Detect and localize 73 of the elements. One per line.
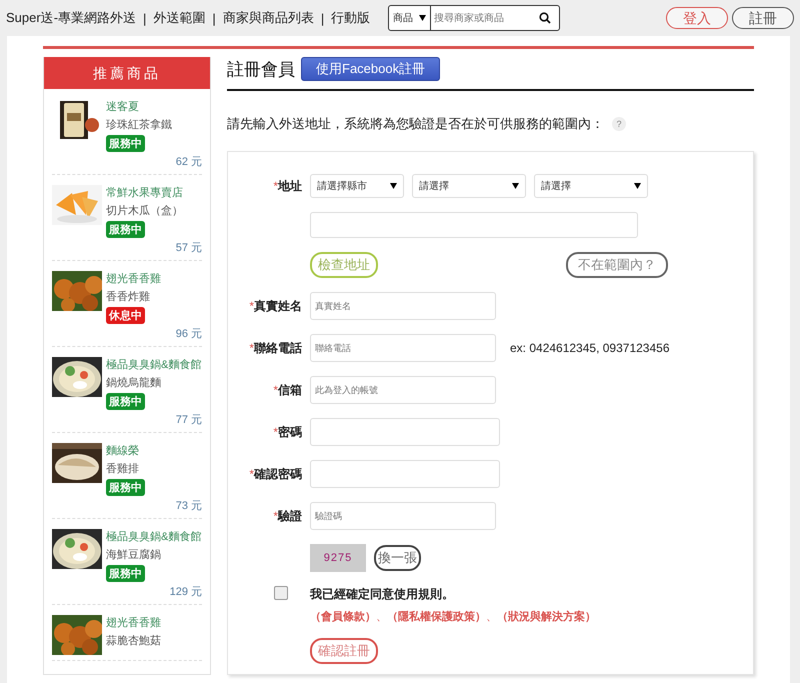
caret-icon bbox=[419, 15, 426, 21]
input-field[interactable]: 驗證碼 bbox=[310, 502, 496, 530]
input-field[interactable] bbox=[310, 460, 500, 488]
nav-link[interactable]: 商家與商品列表 bbox=[222, 9, 314, 27]
price: 96 元 bbox=[176, 327, 202, 341]
hint-text: ex: 0424612345, 0937123456 bbox=[510, 341, 670, 355]
separator: | bbox=[143, 10, 146, 26]
nav-link[interactable]: 行動版 bbox=[331, 9, 370, 27]
register-button[interactable]: 註冊 bbox=[732, 7, 794, 29]
refresh-captcha-button[interactable]: 換一張 bbox=[374, 545, 421, 571]
input-field[interactable]: 真實姓名 bbox=[310, 292, 496, 320]
status-badge: 服務中 bbox=[106, 221, 145, 238]
product-name[interactable]: 切片木瓜（盒） bbox=[106, 203, 183, 218]
input-field[interactable] bbox=[310, 418, 500, 446]
select-field[interactable]: 請選擇 bbox=[534, 174, 648, 198]
product-name[interactable]: 香香炸雞 bbox=[106, 289, 150, 304]
status-badge: 服務中 bbox=[106, 135, 145, 152]
store-name[interactable]: 麵線榮 bbox=[106, 443, 139, 458]
select-field[interactable]: 請選擇縣市 bbox=[310, 174, 404, 198]
store-name[interactable]: 常鮮水果專賣店 bbox=[106, 185, 183, 200]
agree-label: 我已經確定同意使用規則。 bbox=[310, 586, 455, 603]
separator: | bbox=[320, 10, 324, 26]
caret-icon bbox=[390, 183, 397, 189]
terms-link[interactable]: （狀況與解決方案） bbox=[497, 609, 596, 624]
category-select[interactable]: 商品 bbox=[393, 11, 414, 25]
facebook-register-button[interactable]: 使用Facebook註冊 bbox=[301, 57, 440, 81]
product-name[interactable]: 蒜脆杏鮑菇 bbox=[106, 633, 161, 648]
price: 57 元 bbox=[176, 241, 202, 255]
captcha-image: 9275 bbox=[310, 544, 366, 572]
status-badge: 休息中 bbox=[106, 307, 145, 324]
field-label: *密碼 bbox=[273, 424, 302, 440]
nav-link[interactable]: Super送-專業網路外送 bbox=[6, 9, 136, 27]
page-title: 註冊會員 bbox=[227, 58, 295, 80]
separator: | bbox=[212, 10, 216, 26]
separator: 、 bbox=[486, 610, 497, 624]
caret-icon bbox=[634, 183, 641, 189]
price: 73 元 bbox=[176, 499, 202, 513]
select-field[interactable]: 請選擇 bbox=[412, 174, 526, 198]
terms-link[interactable]: （隱私權保護政策） bbox=[387, 609, 486, 624]
caret-icon bbox=[512, 183, 519, 189]
field-label: *驗證 bbox=[273, 508, 302, 524]
input-field[interactable]: 此為登入的帳號 bbox=[310, 376, 496, 404]
field-label: *地址 bbox=[273, 178, 302, 194]
field-label: *信箱 bbox=[273, 382, 302, 398]
status-badge: 服務中 bbox=[106, 479, 145, 496]
product-name[interactable]: 海鮮豆腐鍋 bbox=[106, 547, 161, 562]
sidebar-title: 推薦商品 bbox=[44, 57, 210, 89]
field-label: *確認密碼 bbox=[249, 466, 302, 482]
product-name[interactable]: 鍋燒烏龍麵 bbox=[106, 375, 161, 390]
product-name[interactable]: 香雞排 bbox=[106, 461, 139, 476]
status-badge: 服務中 bbox=[106, 565, 145, 582]
separator: 、 bbox=[376, 610, 387, 624]
price: 129 元 bbox=[170, 585, 202, 599]
status-badge: 服務中 bbox=[106, 393, 145, 410]
address-field[interactable] bbox=[310, 212, 638, 238]
field-label: *真實姓名 bbox=[249, 298, 302, 314]
agree-checkbox[interactable] bbox=[274, 586, 288, 600]
store-name[interactable]: 迷客夏 bbox=[106, 99, 139, 114]
store-name[interactable]: 極品臭臭鍋&麵食館 bbox=[106, 529, 202, 544]
intro-text: 請先輸入外送地址，系統將為您驗證是否在於可供服務的範圍內： bbox=[227, 115, 604, 133]
input-field[interactable]: 聯絡電話 bbox=[310, 334, 496, 362]
login-button[interactable]: 登入 bbox=[666, 7, 728, 29]
price: 77 元 bbox=[176, 413, 202, 427]
store-name[interactable]: 翅光香香雞 bbox=[106, 615, 161, 630]
field-label: *聯絡電話 bbox=[249, 340, 302, 356]
terms-link[interactable]: （會員條款） bbox=[310, 609, 376, 624]
price: 62 元 bbox=[176, 155, 202, 169]
search-icon[interactable] bbox=[539, 12, 552, 24]
store-name[interactable]: 極品臭臭鍋&麵食館 bbox=[106, 357, 202, 372]
store-name[interactable]: 翅光香香雞 bbox=[106, 271, 161, 286]
out-of-range-button[interactable]: 不在範圍內？ bbox=[566, 252, 668, 278]
nav-link[interactable]: 外送範圍 bbox=[153, 9, 206, 27]
product-name[interactable]: 珍珠紅茶拿鐵 bbox=[106, 117, 172, 132]
